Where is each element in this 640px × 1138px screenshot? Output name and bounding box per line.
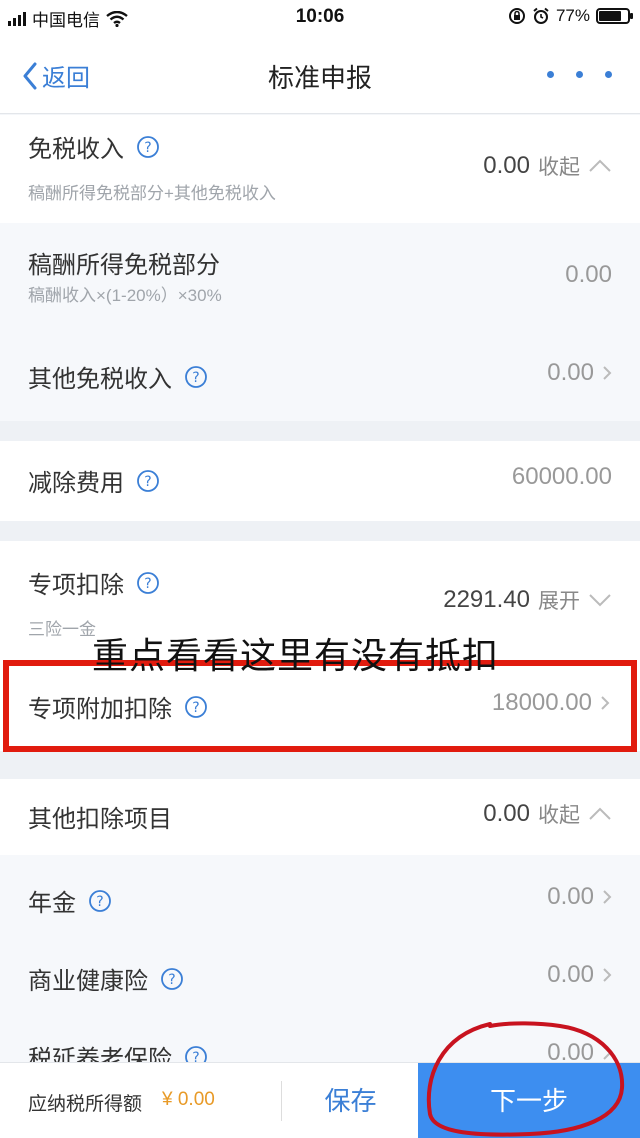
taxable-income-value: ¥ 0.00 bbox=[162, 1089, 215, 1110]
navigation-bar: 返回 标准申报 bbox=[0, 36, 640, 114]
annuity-value: 0.00 bbox=[547, 883, 594, 910]
chevron-right-icon bbox=[603, 366, 612, 380]
deduction-fee-row: 减除费用 ? 60000.00 bbox=[0, 441, 640, 521]
expand-toggle[interactable]: 展开 bbox=[538, 585, 580, 615]
bottom-bar: 应纳税所得额 ¥ 0.00 保存 下一步 bbox=[0, 1062, 640, 1138]
special-deduction-title: 专项扣除 bbox=[28, 572, 124, 599]
other-exempt-value: 0.00 bbox=[547, 359, 594, 386]
deduction-fee-value: 60000.00 bbox=[511, 463, 612, 490]
exempt-income-header[interactable]: 免税收入 ? 稿酬所得免税部分+其他免税收入 0.00 收起 bbox=[0, 115, 640, 223]
pension-insurance-value: 0.00 bbox=[547, 1039, 594, 1063]
collapse-toggle[interactable]: 收起 bbox=[538, 151, 580, 181]
divider bbox=[281, 1081, 282, 1121]
dot-icon bbox=[605, 71, 612, 78]
svg-text:?: ? bbox=[192, 370, 199, 386]
deduction-fee-label: 减除费用 bbox=[28, 470, 124, 497]
section-divider bbox=[0, 751, 640, 779]
rotation-lock-icon bbox=[508, 8, 525, 24]
battery-percent: 77% bbox=[555, 6, 590, 25]
taxable-income-label: 应纳税所得额 bbox=[28, 1094, 143, 1115]
pension-insurance-row[interactable]: 税延养老保险 ? 0.00 bbox=[0, 1015, 640, 1063]
svg-text:?: ? bbox=[144, 474, 151, 490]
health-insurance-value: 0.00 bbox=[547, 961, 594, 988]
other-deduction-value: 0.00 bbox=[483, 800, 530, 827]
svg-text:?: ? bbox=[192, 1050, 199, 1064]
collapse-toggle[interactable]: 收起 bbox=[538, 799, 580, 829]
help-icon[interactable]: ? bbox=[88, 889, 112, 913]
chevron-right-icon bbox=[603, 968, 612, 982]
section-divider bbox=[0, 521, 640, 541]
royalty-exempt-formula: 稿酬收入×(1-20%）×30% bbox=[28, 286, 222, 305]
page-title: 标准申报 bbox=[267, 63, 372, 93]
other-deduction-header[interactable]: 其他扣除项目 0.00 收起 bbox=[0, 779, 640, 855]
alarm-icon bbox=[533, 7, 549, 24]
dot-icon bbox=[547, 71, 554, 78]
next-step-button[interactable]: 下一步 bbox=[418, 1063, 640, 1138]
battery-icon bbox=[596, 8, 633, 24]
svg-text:?: ? bbox=[144, 140, 151, 156]
svg-text:?: ? bbox=[144, 576, 151, 592]
chevron-down-icon bbox=[589, 594, 611, 607]
special-deduction-value: 2291.40 bbox=[443, 586, 530, 613]
chevron-right-icon bbox=[603, 890, 612, 904]
status-bar: 中国电信 10:06 77% bbox=[0, 0, 640, 36]
svg-text:?: ? bbox=[168, 972, 175, 988]
help-icon[interactable]: ? bbox=[136, 135, 160, 159]
royalty-exempt-label: 稿酬所得免税部分 bbox=[28, 252, 220, 279]
special-deduction-subtitle: 三险一金 bbox=[28, 620, 96, 639]
annuity-row[interactable]: 年金 ? 0.00 bbox=[0, 855, 640, 935]
other-exempt-row[interactable]: 其他免税收入 ? 0.00 bbox=[0, 333, 640, 421]
help-icon[interactable]: ? bbox=[136, 469, 160, 493]
dot-icon bbox=[576, 71, 583, 78]
annuity-label: 年金 bbox=[28, 890, 76, 917]
royalty-exempt-value: 0.00 bbox=[565, 261, 612, 288]
svg-text:?: ? bbox=[96, 894, 103, 910]
exempt-income-value: 0.00 bbox=[483, 152, 530, 179]
exempt-income-subtitle: 稿酬所得免税部分+其他免税收入 bbox=[28, 184, 276, 203]
pension-insurance-label: 税延养老保险 bbox=[28, 1046, 172, 1063]
other-deduction-title: 其他扣除项目 bbox=[28, 806, 172, 833]
chevron-up-icon bbox=[589, 159, 611, 172]
help-icon[interactable]: ? bbox=[184, 1045, 208, 1064]
help-icon[interactable]: ? bbox=[160, 967, 184, 991]
exempt-income-title: 免税收入 bbox=[28, 136, 124, 163]
form-content[interactable]: 免税收入 ? 稿酬所得免税部分+其他免税收入 0.00 收起 稿酬所得免税部分 … bbox=[0, 115, 640, 1063]
section-divider bbox=[0, 421, 640, 441]
chevron-up-icon bbox=[589, 807, 611, 820]
other-exempt-label: 其他免税收入 bbox=[28, 366, 172, 393]
save-button[interactable]: 保存 bbox=[283, 1063, 418, 1138]
health-insurance-label: 商业健康险 bbox=[28, 968, 148, 995]
royalty-exempt-row: 稿酬所得免税部分 稿酬收入×(1-20%）×30% 0.00 bbox=[0, 223, 640, 333]
help-icon[interactable]: ? bbox=[184, 365, 208, 389]
help-icon[interactable]: ? bbox=[136, 571, 160, 595]
chevron-right-icon bbox=[603, 1046, 612, 1060]
health-insurance-row[interactable]: 商业健康险 ? 0.00 bbox=[0, 935, 640, 1015]
annotation-text: 重点看看这里有没有抵扣 bbox=[92, 636, 500, 677]
more-button[interactable] bbox=[547, 71, 612, 78]
